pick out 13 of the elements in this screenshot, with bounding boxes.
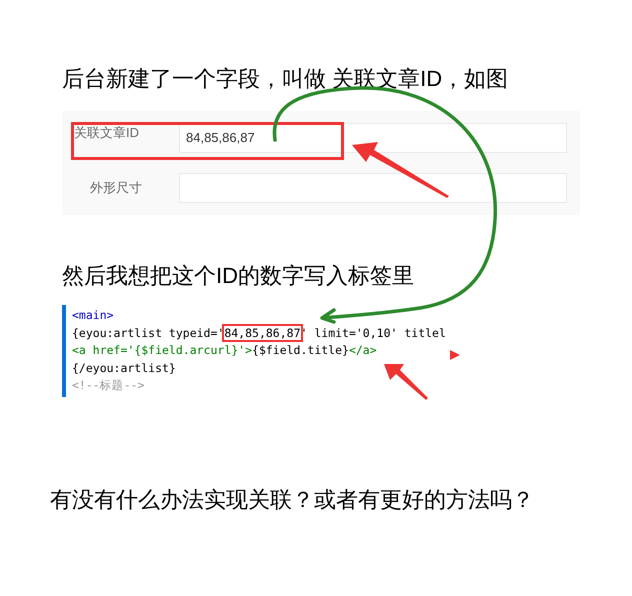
code-line: <main>: [72, 307, 114, 324]
pointer-arrow: [384, 364, 428, 400]
code-line: <a href='{$field.arcurl}'>{$field.title}</a>: [72, 342, 377, 359]
code-line: {/eyou:artlist}: [72, 360, 176, 376]
triangle-icon: [450, 350, 460, 360]
question-text: 有没有什么办法实现关联？或者有更好的方法吗？: [50, 486, 535, 514]
field-label: 外形尺寸: [89, 179, 143, 198]
code-line: {eyou:artlist typeid='84,85,86,87' limit='0,10' titlel: [72, 324, 446, 342]
subheading: 然后我想把这个ID的数字写入标签里: [62, 262, 415, 290]
text-field[interactable]: [179, 173, 567, 203]
field-label: 关联文章ID: [73, 124, 140, 142]
code-line: <!--标题-->: [72, 377, 144, 394]
text-field[interactable]: 84,85,86,87: [179, 123, 567, 153]
